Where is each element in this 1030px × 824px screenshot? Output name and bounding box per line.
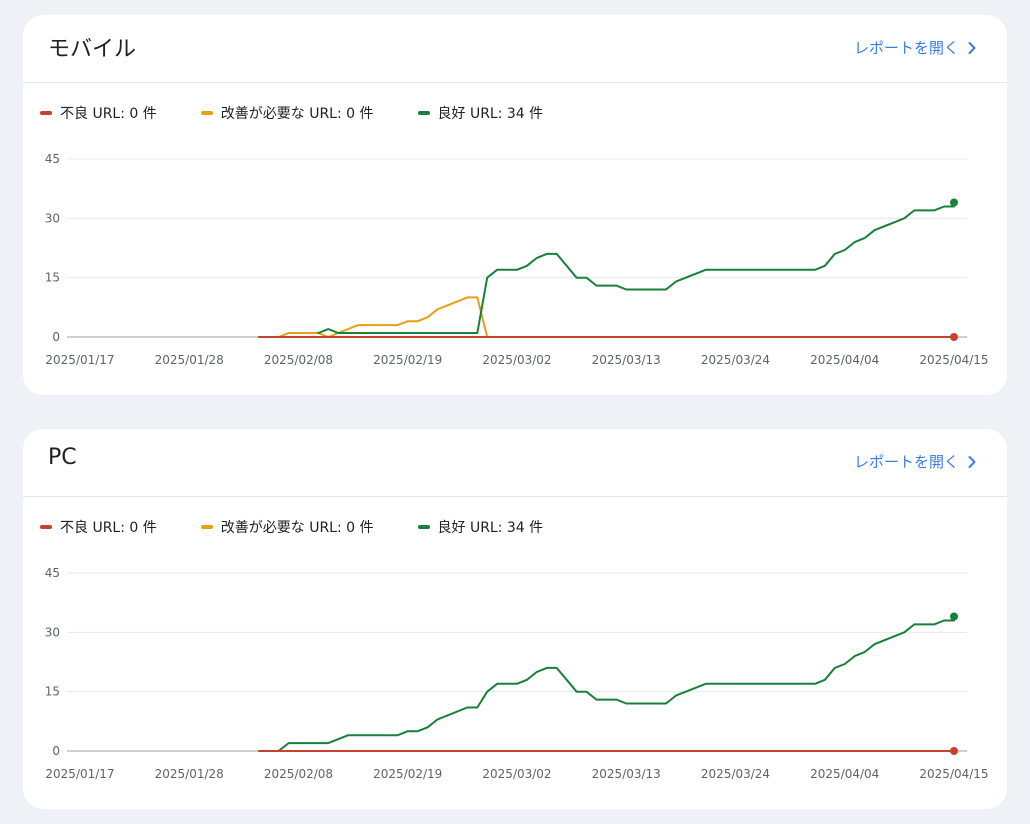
y-tick-label: 45 — [45, 152, 60, 166]
series-end-point-poor[interactable] — [950, 747, 958, 755]
x-tick-label: 2025/01/17 — [45, 353, 114, 367]
series-line-good[interactable] — [277, 615, 955, 752]
x-tick-label: 2025/03/02 — [482, 353, 551, 367]
series-end-point-good[interactable] — [950, 198, 958, 207]
pc-card: PC レポートを開く 不良 URL: 0 件 改善が必要な URL: 0 件 良… — [23, 429, 1007, 809]
x-tick-label: 2025/02/19 — [373, 767, 442, 781]
x-tick-label: 2025/03/24 — [701, 353, 770, 367]
x-tick-label: 2025/02/19 — [373, 353, 442, 367]
x-tick-label: 2025/03/13 — [592, 353, 661, 367]
x-tick-label: 2025/01/17 — [45, 767, 114, 781]
x-tick-label: 2025/03/13 — [592, 767, 661, 781]
x-tick-label: 2025/01/28 — [155, 353, 224, 367]
x-tick-label: 2025/03/02 — [482, 767, 551, 781]
mobile-card: モバイル レポートを開く 不良 URL: 0 件 改善が必要な URL: 0 件… — [23, 15, 1007, 395]
x-tick-label: 2025/01/28 — [155, 767, 224, 781]
x-tick-label: 2025/04/15 — [919, 353, 988, 367]
y-tick-label: 0 — [52, 744, 60, 758]
x-tick-label: 2025/04/04 — [810, 767, 879, 781]
y-tick-label: 15 — [45, 685, 60, 699]
y-tick-label: 30 — [45, 625, 60, 639]
x-tick-label: 2025/02/08 — [264, 353, 333, 367]
x-tick-label: 2025/02/08 — [264, 767, 333, 781]
y-tick-label: 45 — [45, 566, 60, 580]
x-tick-label: 2025/04/04 — [810, 353, 879, 367]
mobile-line-chart: 0 15 30 45 2025/01/17 2025/01/28 2025/02/08 202… — [45, 152, 989, 367]
series-line-good[interactable] — [317, 201, 955, 334]
y-tick-label: 30 — [45, 211, 60, 225]
y-tick-label: 0 — [52, 330, 60, 344]
pc-line-chart: 0 15 30 45 2025/01/17 2025/01/28 2025/02/08 202… — [45, 566, 989, 781]
series-line-needs-improvement[interactable] — [257, 296, 955, 338]
x-tick-label: 2025/03/24 — [701, 767, 770, 781]
x-tick-label: 2025/04/15 — [919, 767, 988, 781]
series-end-point-good[interactable] — [950, 612, 958, 621]
y-tick-label: 15 — [45, 271, 60, 285]
series-end-point-poor[interactable] — [950, 333, 958, 341]
